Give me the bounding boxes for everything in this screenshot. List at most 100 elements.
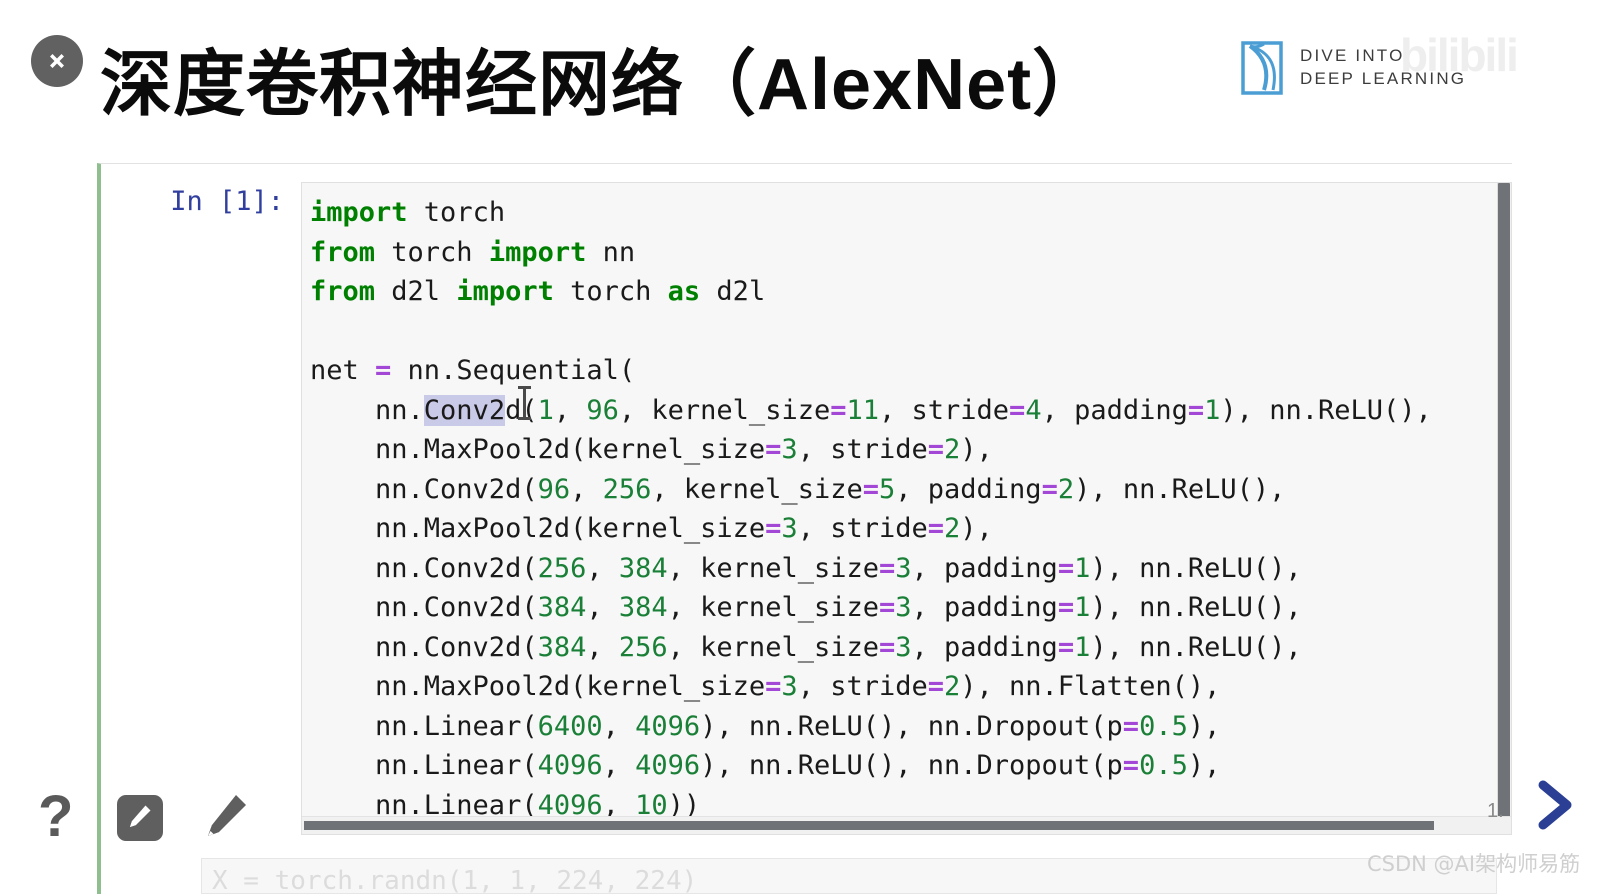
code-token: torch (553, 276, 668, 307)
code-token: , (602, 750, 636, 781)
code-token: nn.Linear( (310, 710, 538, 742)
code-token: 256 (618, 631, 668, 663)
code-token: , (586, 552, 619, 584)
code-token: 1 (1074, 631, 1091, 663)
code-line: net = nn.Sequential( (310, 351, 1511, 391)
code-token: d2l (700, 276, 766, 307)
code-token: ), nn.ReLU(), nn.Dropout(p (700, 710, 1123, 742)
code-token: 2 (1057, 473, 1075, 505)
code-token: , (586, 592, 619, 623)
page-title-latin: （AlexNet） (684, 45, 1106, 125)
code-token: 6400 (537, 710, 603, 742)
code-token: = (830, 394, 847, 426)
logo-line-2: DEEP LEARNING (1300, 69, 1467, 88)
code-token: from (310, 276, 376, 307)
code-token: , padding (911, 592, 1058, 623)
code-line: nn.MaxPool2d(kernel_size=3, stride=2), (310, 430, 1511, 470)
code-line: nn.MaxPool2d(kernel_size=3, stride=2), (310, 509, 1511, 549)
code-token: 1 (1204, 394, 1221, 426)
code-token: = (1009, 394, 1026, 426)
code-token: 3 (895, 552, 912, 584)
code-token: 384 (537, 592, 587, 623)
code-token: 3 (781, 434, 798, 465)
code-token: 3 (895, 592, 912, 623)
code-token: = (765, 671, 782, 702)
code-token: nn.Linear( (310, 750, 538, 781)
book-icon (1240, 40, 1288, 96)
code-token: , kernel_size (667, 592, 879, 623)
code-token: 2 (944, 434, 961, 465)
code-token: nn.MaxPool2d(kernel_size (310, 434, 766, 465)
code-token: 1 (537, 394, 554, 426)
csdn-watermark: CSDN @AI架构师易筋 (1367, 852, 1581, 876)
code-token: , kernel_size (618, 394, 831, 426)
code-token: ), (1187, 710, 1221, 742)
code-vertical-scroll-thumb[interactable] (1498, 183, 1510, 823)
code-token: , (553, 394, 587, 426)
page-indicator: 1. (1487, 800, 1504, 822)
code-token: = (1057, 552, 1075, 584)
code-token: nn.Sequential( (391, 355, 636, 386)
code-token: torch (407, 197, 506, 228)
d2l-logo: DIVE INTO DEEP LEARNING (1240, 40, 1466, 96)
annotate-pen-button[interactable] (203, 792, 251, 842)
next-cell-preview[interactable]: X = torch.randn(1, 1, 224, 224) (201, 858, 1497, 894)
code-editor[interactable]: import torch from torch import nn from d2l… (301, 182, 1512, 835)
code-token: , padding (911, 631, 1058, 663)
code-token: = (1187, 394, 1205, 426)
code-token: = (375, 355, 392, 386)
code-token: , (602, 710, 636, 742)
code-token: 384 (537, 631, 587, 663)
logo-line-1: DIVE INTO (1300, 46, 1405, 66)
code-token: ), nn.ReLU(), (1090, 592, 1302, 623)
code-line: nn.Conv2d(96, 256, kernel_size=5, paddin… (310, 470, 1511, 510)
code-line: nn.Conv2d(384, 256, kernel_size=3, paddi… (310, 628, 1511, 668)
code-token: nn.Conv2d( (310, 631, 538, 663)
code-token: , stride (879, 394, 1010, 426)
code-token: , (586, 631, 619, 663)
code-token: import (456, 276, 554, 307)
close-button[interactable] (31, 35, 83, 87)
code-token: 2 (944, 671, 961, 702)
code-token: d2l (375, 276, 457, 307)
code-token: ), (960, 434, 993, 465)
code-line: from torch import nn (310, 233, 1511, 273)
code-token: 1 (1074, 592, 1091, 623)
code-token: ), nn.ReLU(), (1090, 552, 1302, 584)
help-icon[interactable]: ? (38, 788, 73, 846)
code-token: nn.MaxPool2d(kernel_size (310, 671, 766, 702)
pencil-icon (126, 802, 154, 835)
code-token: = (1122, 750, 1140, 781)
code-token: 256 (602, 473, 652, 505)
pen-tool-button[interactable] (117, 795, 163, 841)
code-token: = (927, 671, 944, 702)
code-token: , padding (911, 552, 1058, 584)
next-slide-button[interactable] (1525, 775, 1585, 835)
code-token: , stride (797, 671, 928, 702)
code-token: = (927, 434, 944, 465)
code-token: nn (586, 236, 636, 268)
code-token: 96 (586, 394, 619, 426)
code-horizontal-scrollbar[interactable] (302, 816, 1511, 834)
code-token: import (488, 236, 587, 268)
code-token: nn.Conv2d( (310, 592, 538, 623)
code-token: ), nn.ReLU(), (1090, 631, 1302, 663)
page-title: 深度卷积神经网络（AlexNet） (100, 48, 1105, 121)
code-token: ), (1187, 750, 1221, 781)
code-token: 3 (895, 631, 912, 663)
code-token: 1 (1074, 552, 1091, 584)
code-token: ), nn.ReLU(), (1074, 473, 1286, 505)
code-token: = (862, 473, 879, 505)
code-line: import torch (310, 193, 1511, 233)
code-line: nn.Conv2d(1, 96, kernel_size=11, stride=… (310, 391, 1511, 431)
code-content[interactable]: import torch from torch import nn from d2l… (302, 183, 1511, 825)
code-vertical-scrollbar[interactable] (1497, 183, 1511, 834)
code-token: = (878, 631, 896, 663)
code-horizontal-scroll-thumb[interactable] (304, 821, 1434, 830)
code-token: = (1057, 592, 1075, 623)
code-token: nn.MaxPool2d(kernel_size (310, 513, 766, 544)
code-token: 2 (944, 513, 961, 544)
code-token: as (667, 276, 701, 307)
code-token: d( (505, 394, 538, 426)
